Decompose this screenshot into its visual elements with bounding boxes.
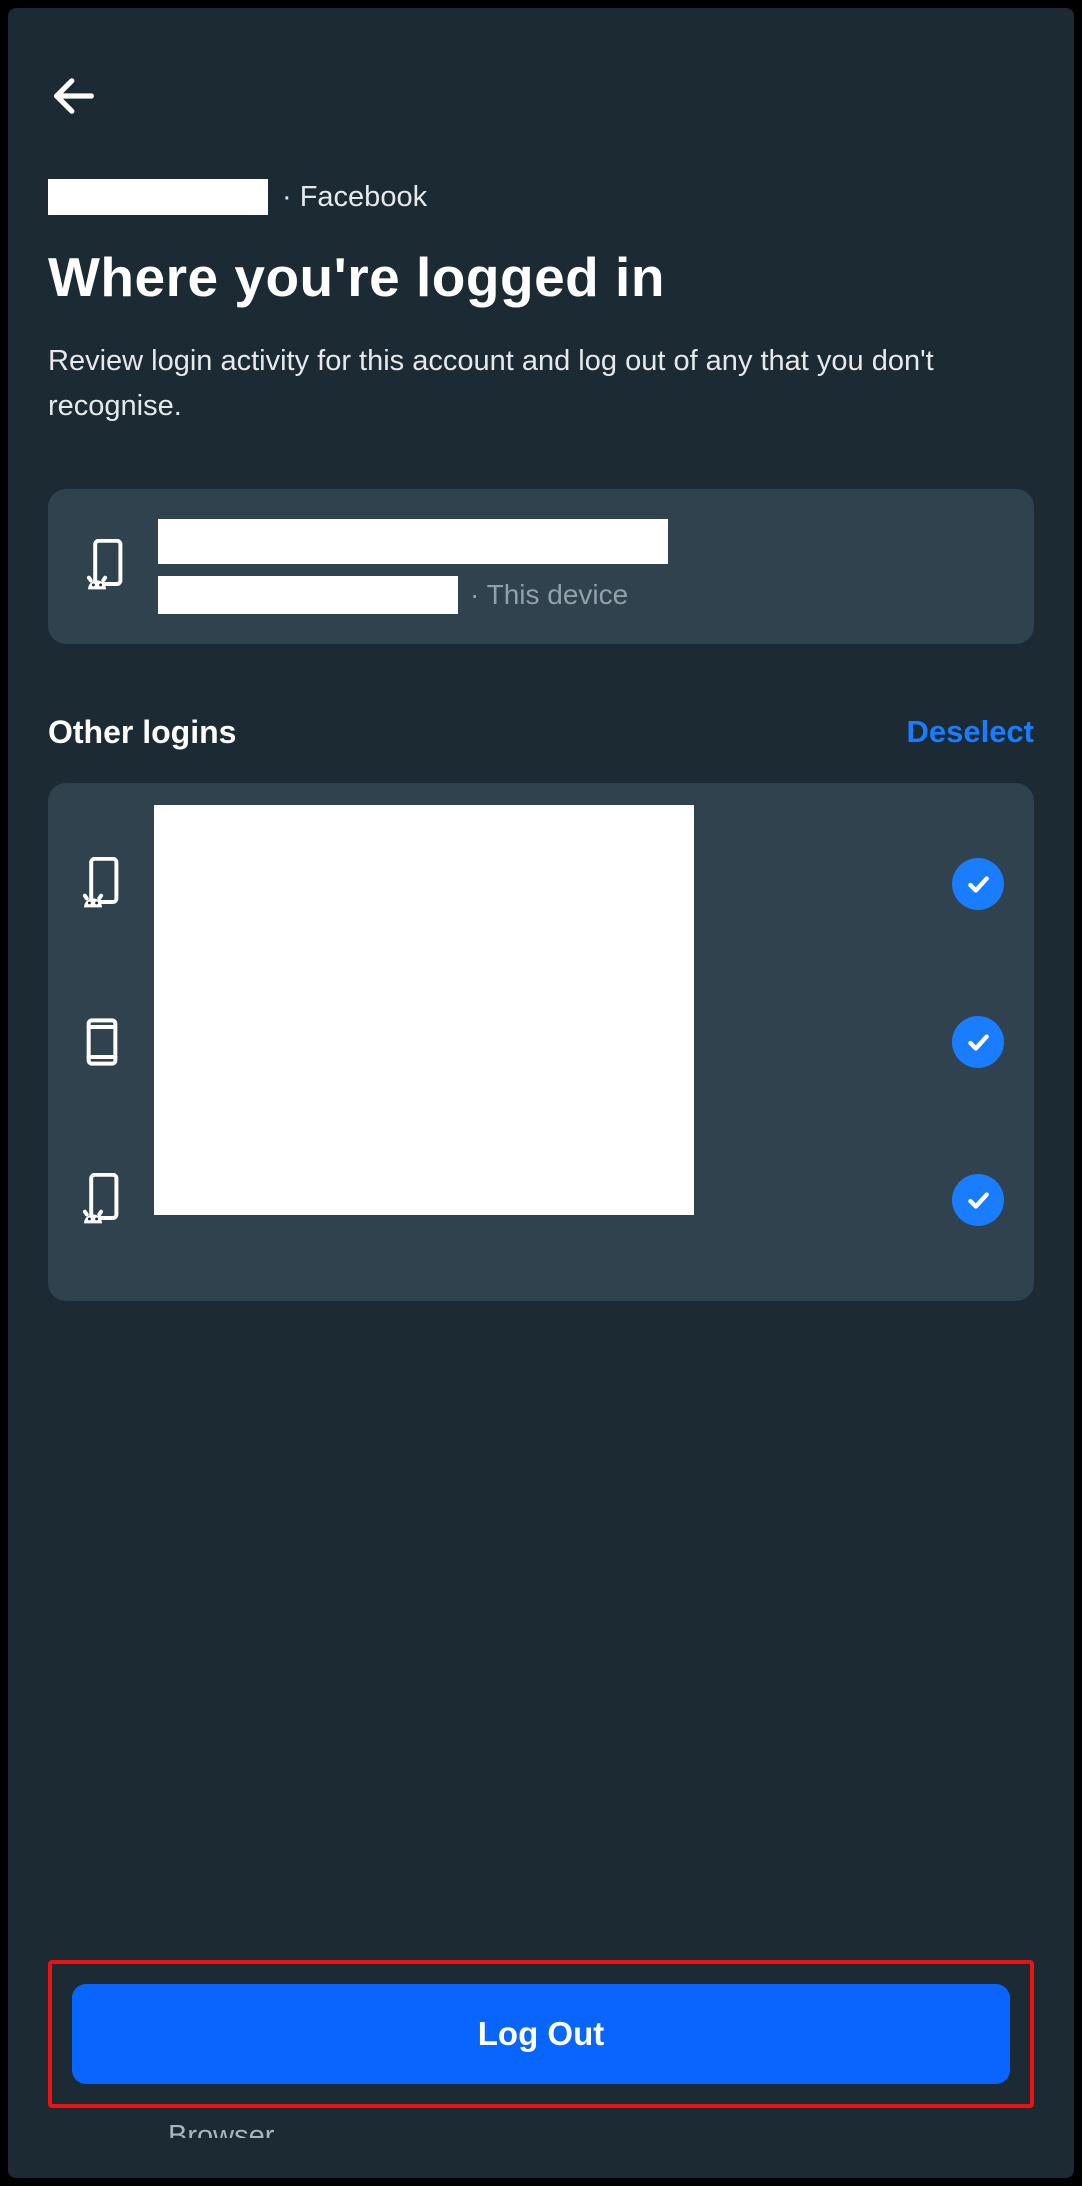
select-checkbox[interactable]	[952, 1016, 1004, 1068]
select-checkbox[interactable]	[952, 1174, 1004, 1226]
other-logins-heading: Other logins	[48, 714, 236, 751]
breadcrumb: · Facebook	[48, 179, 1034, 215]
select-checkbox[interactable]	[952, 858, 1004, 910]
redacted-device-location	[158, 576, 458, 614]
other-logins-list	[48, 783, 1034, 1301]
android-phone-icon	[78, 1172, 126, 1228]
highlight-box: Log Out	[48, 1960, 1034, 2108]
android-phone-icon	[82, 538, 130, 594]
current-device-card[interactable]: · This device	[48, 489, 1034, 644]
page-subtitle: Review login activity for this account a…	[48, 339, 1008, 429]
page-title: Where you're logged in	[48, 245, 1034, 309]
redacted-account-name	[48, 179, 268, 215]
redacted-device-name	[158, 519, 668, 564]
login-item[interactable]	[78, 805, 1004, 963]
login-item[interactable]	[78, 963, 1004, 1121]
cutoff-text: Browser	[168, 2120, 1034, 2138]
logout-button[interactable]: Log Out	[72, 1984, 1010, 2084]
this-device-label: · This device	[470, 579, 628, 611]
tablet-icon	[78, 1014, 126, 1070]
login-item[interactable]	[78, 1121, 1004, 1279]
android-phone-icon	[78, 856, 126, 912]
deselect-button[interactable]: Deselect	[906, 714, 1034, 750]
back-button[interactable]	[48, 68, 104, 124]
breadcrumb-suffix: · Facebook	[282, 181, 427, 214]
